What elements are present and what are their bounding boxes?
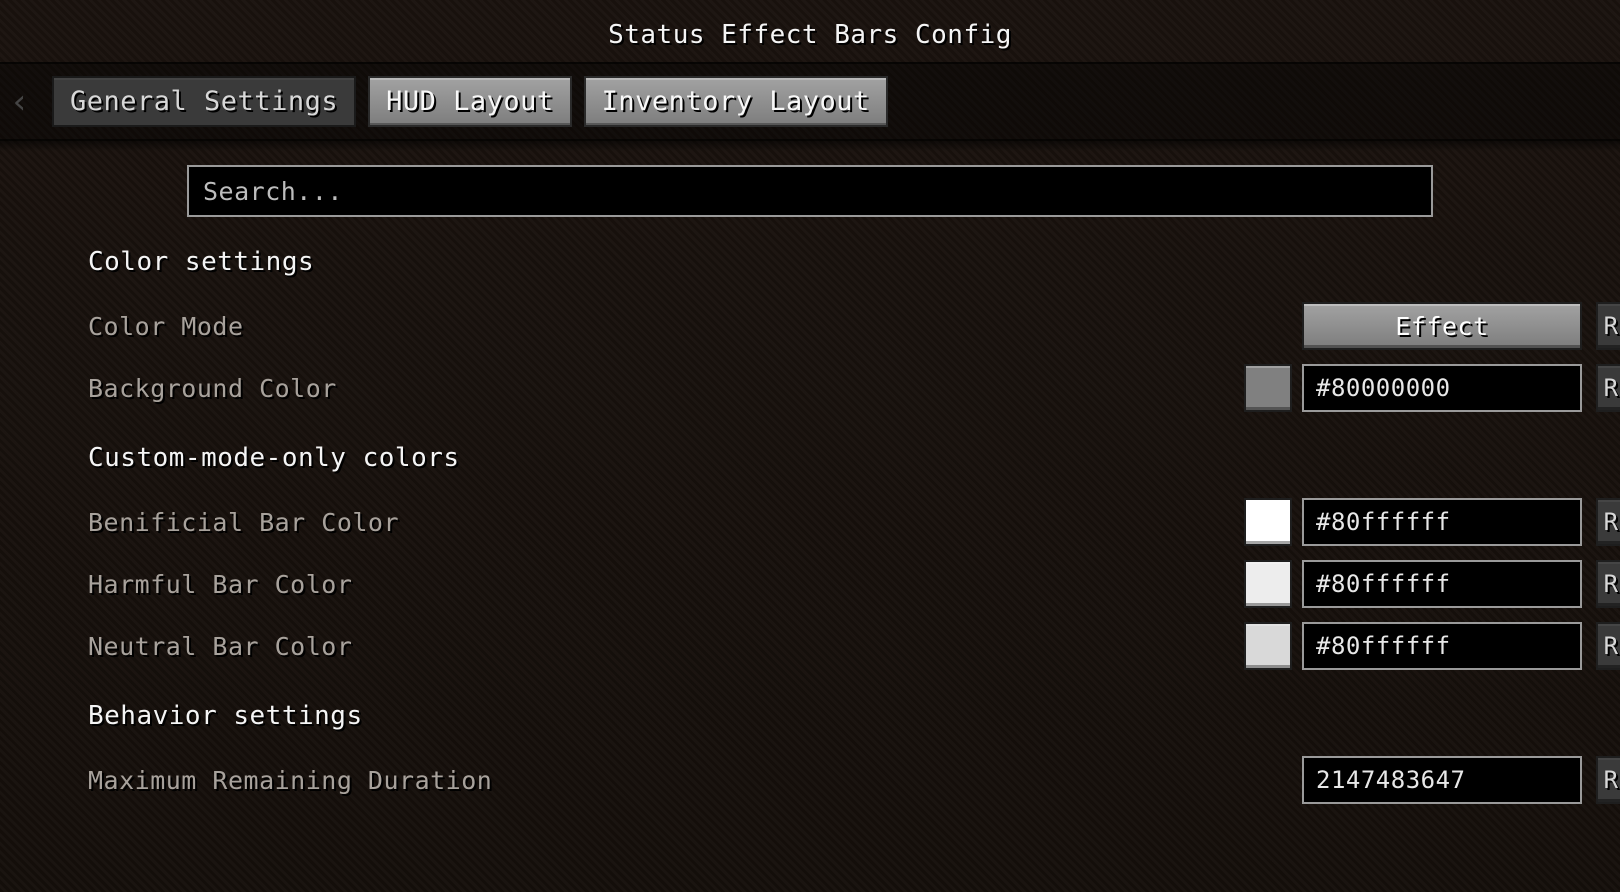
reset-color-mode[interactable]: Reset [1596, 302, 1620, 350]
section-heading-custom-mode: Custom-mode-only colors [88, 443, 1620, 473]
search-input[interactable] [187, 165, 1433, 217]
search-wrap [187, 165, 1433, 217]
input-background-color[interactable] [1302, 364, 1582, 412]
value-color-mode: Effect [1302, 302, 1582, 350]
page-title: Status Effect Bars Config [0, 20, 1620, 50]
reset-max-remaining-duration[interactable]: Reset [1596, 756, 1620, 804]
swatch-neutral-bar-color[interactable] [1244, 622, 1292, 670]
row-harmful-bar-color: Harmful Bar Color Reset [88, 553, 1620, 615]
reset-background-color[interactable]: Reset [1596, 364, 1620, 412]
swatch-beneficial-bar-color[interactable] [1244, 498, 1292, 546]
label-color-mode: Color Mode [88, 312, 1288, 341]
tab-general-settings[interactable]: General Settings [52, 76, 356, 127]
title-bar: Status Effect Bars Config [0, 0, 1620, 62]
row-max-remaining-duration: Maximum Remaining Duration Reset [88, 749, 1620, 811]
label-neutral-bar-color: Neutral Bar Color [88, 632, 1230, 661]
row-neutral-bar-color: Neutral Bar Color Reset [88, 615, 1620, 677]
value-neutral-bar-color [1244, 622, 1582, 670]
label-harmful-bar-color: Harmful Bar Color [88, 570, 1230, 599]
value-max-remaining-duration [1302, 756, 1582, 804]
reset-neutral-bar-color[interactable]: Reset [1596, 622, 1620, 670]
section-heading-color-settings: Color settings [88, 247, 1620, 277]
value-harmful-bar-color [1244, 560, 1582, 608]
row-color-mode: Color Mode Effect Reset [88, 295, 1620, 357]
input-beneficial-bar-color[interactable] [1302, 498, 1582, 546]
input-harmful-bar-color[interactable] [1302, 560, 1582, 608]
row-beneficial-bar-color: Benificial Bar Color Reset [88, 491, 1620, 553]
value-background-color [1244, 364, 1582, 412]
reset-harmful-bar-color[interactable]: Reset [1596, 560, 1620, 608]
config-body: Color settings Color Mode Effect Reset B… [0, 141, 1620, 863]
label-beneficial-bar-color: Benificial Bar Color [88, 508, 1230, 537]
scroll-shadow [0, 141, 1620, 151]
section-heading-behavior: Behavior settings [88, 701, 1620, 731]
input-neutral-bar-color[interactable] [1302, 622, 1582, 670]
swatch-harmful-bar-color[interactable] [1244, 560, 1292, 608]
tab-hud-layout[interactable]: HUD Layout [368, 76, 572, 127]
row-background-color: Background Color Reset [88, 357, 1620, 419]
value-beneficial-bar-color [1244, 498, 1582, 546]
swatch-background-color[interactable] [1244, 364, 1292, 412]
tab-inventory-layout[interactable]: Inventory Layout [584, 76, 888, 127]
settings-list: Color settings Color Mode Effect Reset B… [0, 247, 1620, 811]
color-mode-button[interactable]: Effect [1302, 302, 1582, 350]
reset-beneficial-bar-color[interactable]: Reset [1596, 498, 1620, 546]
input-max-remaining-duration[interactable] [1302, 756, 1582, 804]
tabs-strip: ‹ General Settings HUD Layout Inventory … [0, 62, 1620, 141]
label-background-color: Background Color [88, 374, 1230, 403]
label-max-remaining-duration: Maximum Remaining Duration [88, 766, 1288, 795]
back-arrow-icon[interactable]: ‹ [0, 82, 40, 122]
